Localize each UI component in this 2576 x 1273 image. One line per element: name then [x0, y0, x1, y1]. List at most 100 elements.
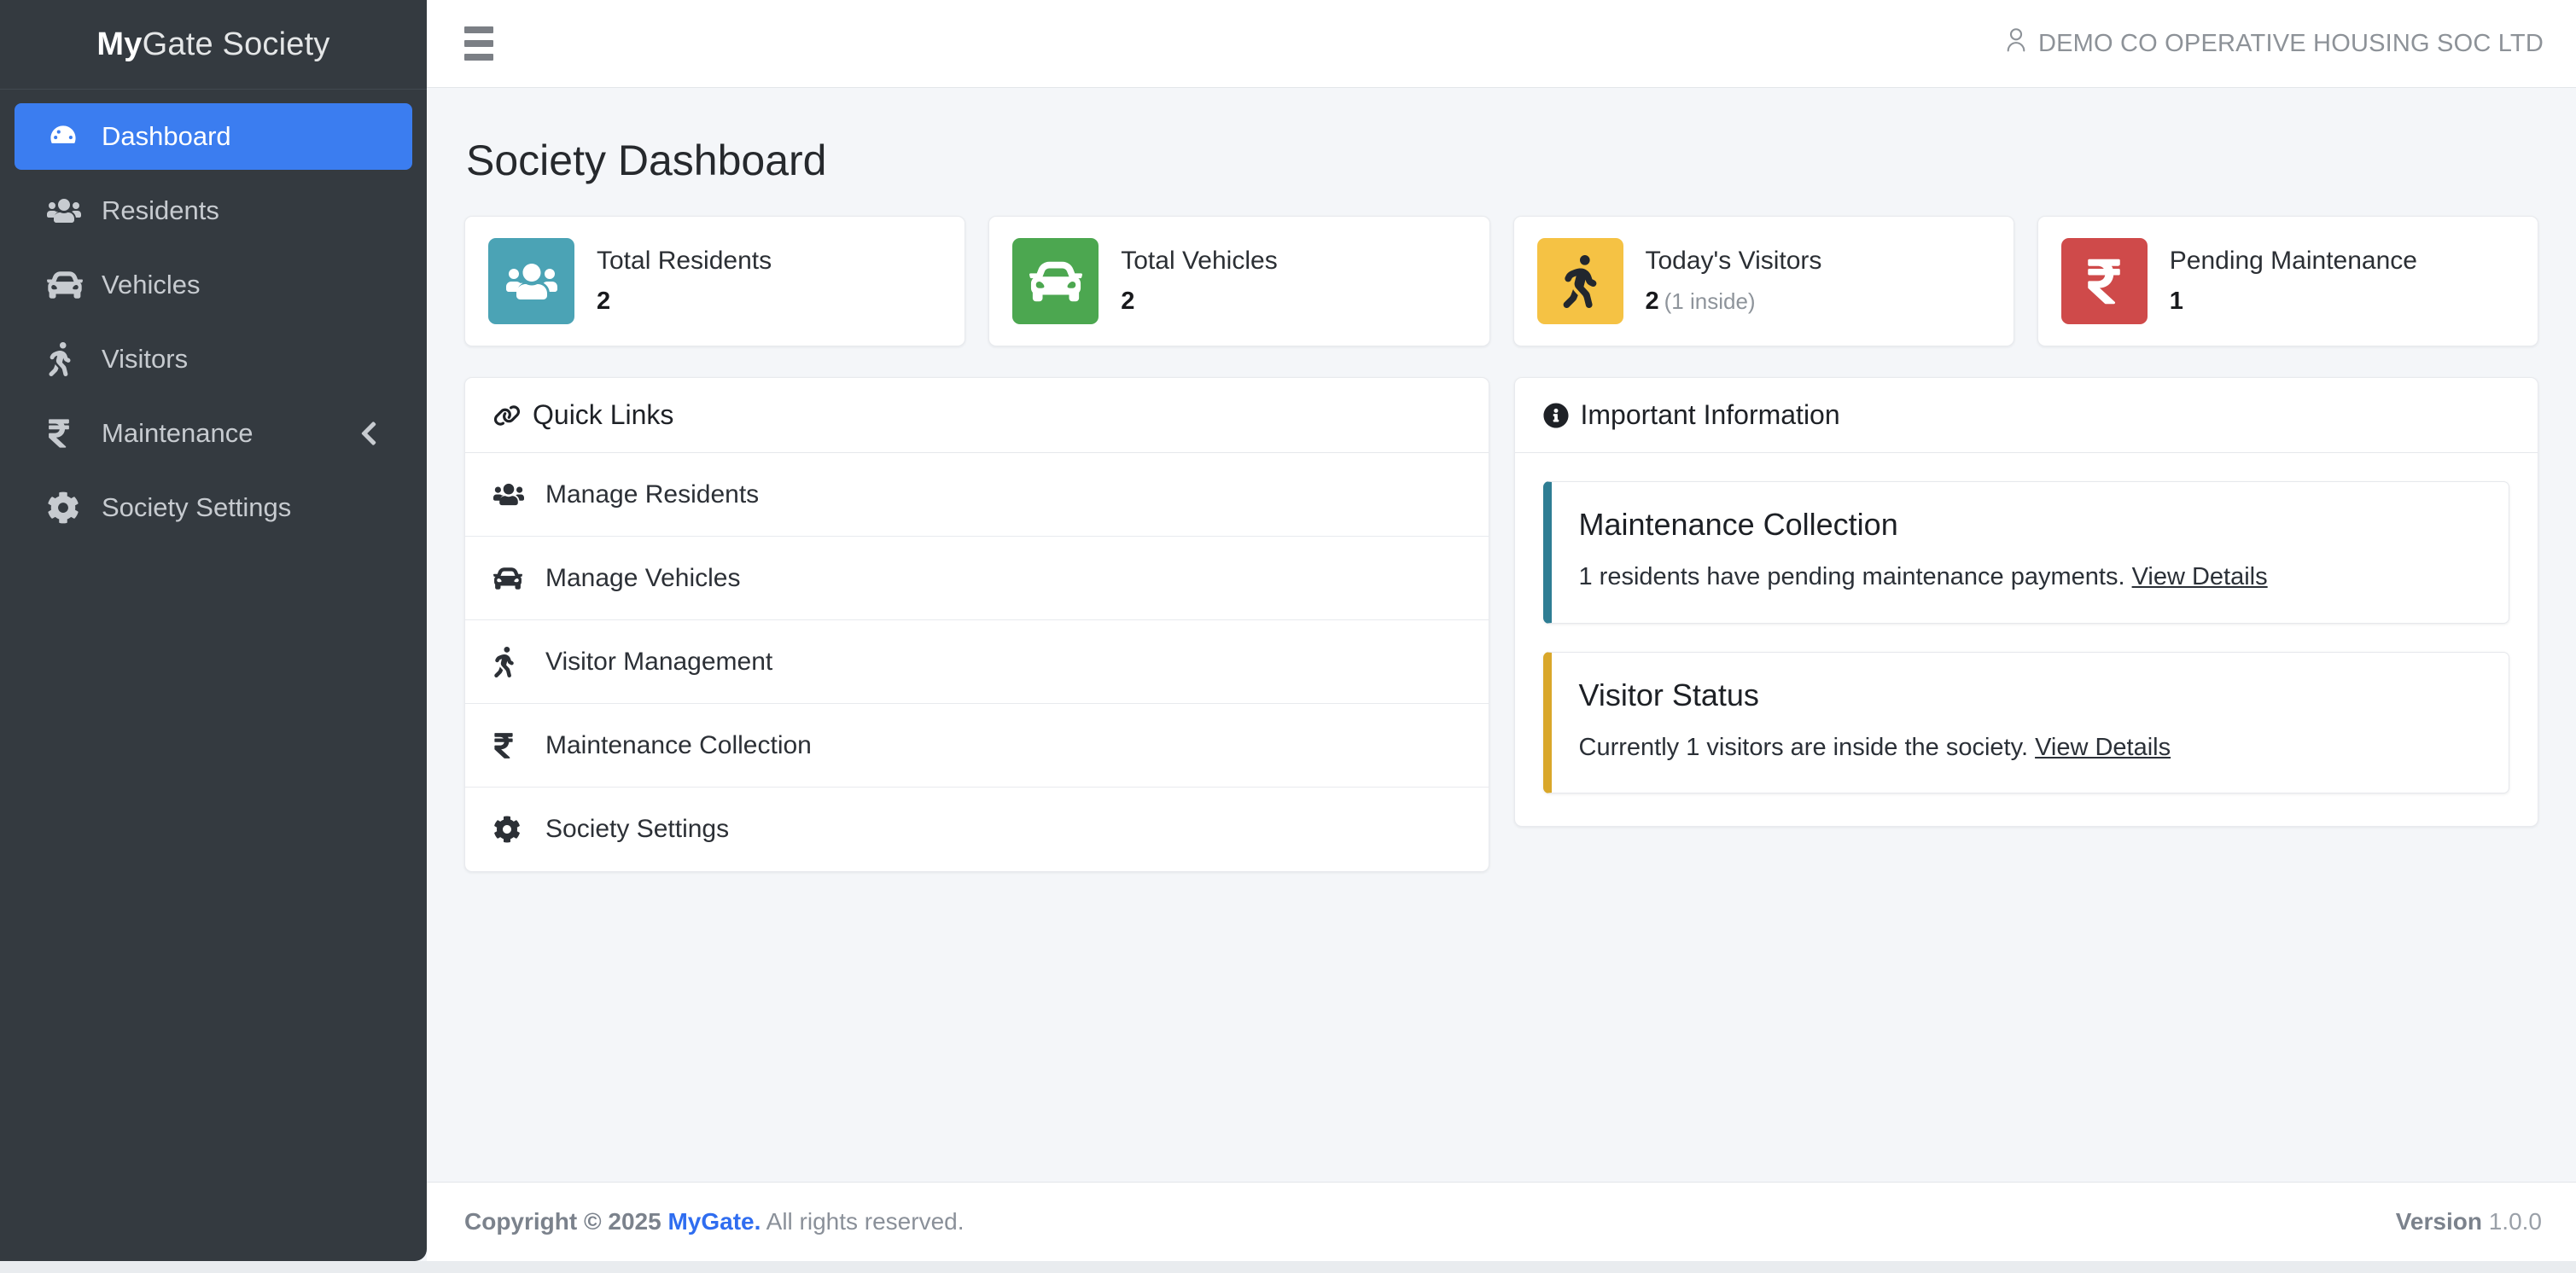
society-user-chip[interactable]: DEMO CO OPERATIVE HOUSING SOC LTD: [2005, 27, 2544, 60]
alert-text: Currently 1 visitors are inside the soci…: [1578, 733, 2029, 761]
hamburger-bar: [464, 26, 493, 33]
footer-copyright-strong: Copyright © 2025: [464, 1208, 661, 1235]
users-group-icon: [488, 238, 574, 324]
panels-row: Quick Links Manage Residents Manage Vehi…: [464, 377, 2538, 872]
stat-card-todays-visitors[interactable]: Today's Visitors 2 (1 inside): [1512, 216, 2014, 346]
hamburger-bar: [464, 54, 493, 61]
sidebar-item-residents[interactable]: Residents: [15, 177, 412, 244]
main-area: DEMO CO OPERATIVE HOUSING SOC LTD Societ…: [427, 0, 2576, 1261]
sidebar-item-label: Society Settings: [102, 492, 292, 522]
car-icon: [1012, 238, 1099, 324]
rupee-icon: [47, 417, 86, 450]
car-icon: [47, 267, 86, 303]
quick-link-society-settings[interactable]: Society Settings: [465, 788, 1489, 871]
important-information-panel: Important Information Maintenance Collec…: [1513, 377, 2538, 828]
sidebar-item-maintenance[interactable]: Maintenance: [15, 400, 412, 467]
sidebar-item-label: Maintenance: [102, 418, 254, 448]
topbar: DEMO CO OPERATIVE HOUSING SOC LTD: [427, 0, 2576, 88]
stat-cards: Total Residents 2 Total Vehicles 2 Today…: [464, 216, 2538, 346]
footer: Copyright © 2025 MyGate. All rights rese…: [427, 1182, 2576, 1261]
stat-label: Total Residents: [597, 247, 772, 275]
hamburger-bar: [464, 40, 493, 47]
quick-links-title: Quick Links: [533, 399, 674, 430]
users-group-icon: [47, 194, 86, 228]
stat-value-wrap: 2: [597, 288, 772, 316]
page-bottom-strip: [0, 1261, 2576, 1273]
quick-link-manage-residents[interactable]: Manage Residents: [465, 453, 1489, 537]
stat-value: 1: [2169, 288, 2183, 315]
footer-version: Version 1.0.0: [2396, 1208, 2542, 1235]
stat-value: 2: [1121, 288, 1135, 315]
quick-link-maintenance-collection[interactable]: Maintenance Collection: [465, 704, 1489, 788]
brand-strong: My: [96, 26, 143, 62]
rupee-icon: [493, 731, 527, 760]
stat-body: Pending Maintenance 1: [2170, 247, 2417, 316]
quick-link-label: Manage Vehicles: [545, 563, 741, 592]
alert-title: Visitor Status: [1578, 677, 1759, 712]
sidebar-item-label: Vehicles: [102, 270, 201, 299]
alert-text: 1 residents have pending maintenance pay…: [1578, 563, 2125, 590]
view-details-link[interactable]: View Details: [2132, 563, 2268, 590]
stat-label: Today's Visitors: [1645, 247, 1822, 275]
stat-label: Pending Maintenance: [2169, 247, 2417, 275]
important-information-body: Maintenance Collection 1 residents have …: [1515, 453, 2538, 826]
quick-links-panel: Quick Links Manage Residents Manage Vehi…: [464, 377, 1489, 872]
sidebar-item-society-settings[interactable]: Society Settings: [15, 474, 412, 541]
stat-body: Total Vehicles 2: [1121, 247, 1277, 316]
stat-card-total-residents[interactable]: Total Residents 2: [464, 216, 966, 346]
quick-link-label: Visitor Management: [545, 647, 773, 676]
sidebar-item-label: Dashboard: [102, 121, 231, 151]
brand-rest: Gate Society: [142, 26, 330, 62]
quick-links-header: Quick Links: [465, 378, 1489, 453]
footer-version-label: Version: [2395, 1208, 2482, 1235]
user-outline-icon: [2005, 27, 2027, 60]
society-name: DEMO CO OPERATIVE HOUSING SOC LTD: [2037, 29, 2544, 57]
brand-logo[interactable]: My Gate Society: [0, 0, 427, 90]
alert-maintenance-collection: Maintenance Collection 1 residents have …: [1542, 481, 2509, 624]
sidebar-nav: Dashboard Residents Vehicles Visitors Ma…: [0, 90, 427, 541]
stat-body: Total Residents 2: [597, 247, 772, 316]
walking-person-icon: [1536, 238, 1623, 324]
footer-copyright: Copyright © 2025 MyGate. All rights rese…: [464, 1208, 965, 1235]
footer-version-number: 1.0.0: [2488, 1208, 2542, 1235]
quick-link-label: Manage Residents: [545, 480, 760, 509]
quick-link-visitor-management[interactable]: Visitor Management: [465, 620, 1489, 704]
quick-link-label: Society Settings: [545, 815, 730, 843]
rupee-icon: [2060, 238, 2148, 324]
info-circle-icon: [1542, 402, 1569, 428]
users-group-icon: [493, 482, 527, 507]
stat-sub: (1 inside): [1664, 288, 1756, 314]
stat-value-wrap: 1: [2170, 288, 2417, 316]
stat-value: 2: [597, 288, 611, 315]
link-chain-icon: [493, 402, 521, 429]
page-title: Society Dashboard: [466, 137, 827, 184]
footer-rights: All rights reserved.: [766, 1208, 965, 1235]
hamburger-menu-icon[interactable]: [464, 26, 493, 61]
quick-link-label: Maintenance Collection: [545, 730, 812, 759]
walking-person-icon: [493, 646, 527, 677]
stat-value-wrap: 2: [1121, 288, 1277, 316]
alert-title: Maintenance Collection: [1578, 507, 1898, 542]
sidebar-item-label: Residents: [102, 195, 219, 225]
stat-card-total-vehicles[interactable]: Total Vehicles 2: [988, 216, 1490, 346]
stat-label: Total Vehicles: [1121, 247, 1278, 275]
important-information-header: Important Information: [1514, 378, 2538, 453]
alert-visitor-status: Visitor Status Currently 1 visitors are …: [1542, 651, 2509, 794]
stat-value-wrap: 2 (1 inside): [1646, 288, 1822, 316]
dashboard-gauge-icon: [47, 120, 86, 153]
sidebar-item-visitors[interactable]: Visitors: [15, 326, 412, 392]
quick-link-manage-vehicles[interactable]: Manage Vehicles: [465, 537, 1489, 620]
important-information-title: Important Information: [1580, 399, 1840, 430]
sidebar: My Gate Society Dashboard Residents Vehic…: [0, 0, 427, 1261]
sidebar-item-vehicles[interactable]: Vehicles: [15, 252, 412, 318]
stat-card-pending-maintenance[interactable]: Pending Maintenance 1: [2037, 216, 2538, 346]
gear-icon: [47, 491, 86, 524]
walking-person-icon: [47, 342, 86, 376]
alert-text-wrap: 1 residents have pending maintenance pay…: [1579, 561, 2482, 594]
chevron-left-icon[interactable]: [359, 420, 378, 447]
sidebar-item-dashboard[interactable]: Dashboard: [15, 103, 412, 170]
stat-body: Today's Visitors 2 (1 inside): [1646, 247, 1822, 316]
gear-icon: [493, 816, 527, 843]
view-details-link[interactable]: View Details: [2035, 734, 2171, 761]
footer-brand-link[interactable]: MyGate.: [667, 1208, 761, 1235]
